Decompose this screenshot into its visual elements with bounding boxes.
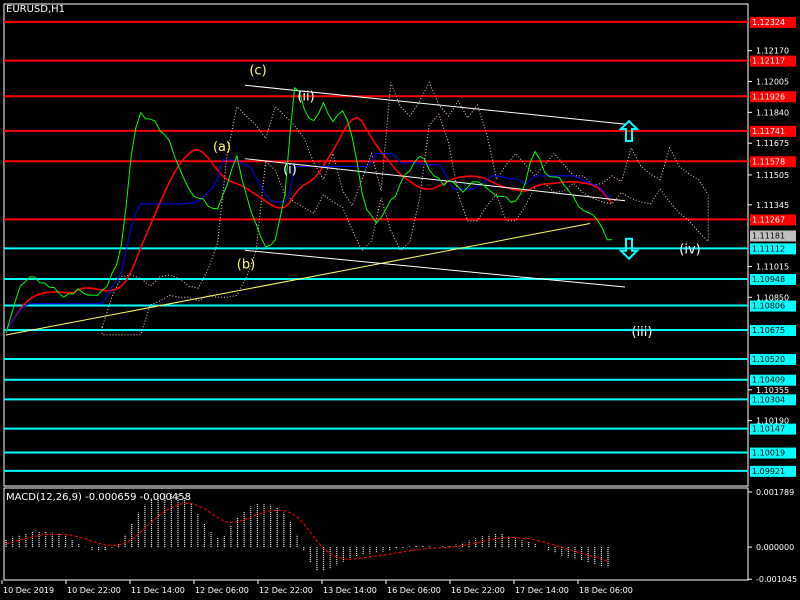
support-label-text: 1.10019 bbox=[752, 449, 785, 458]
time-axis-label: 10 Dec 22:00 bbox=[67, 586, 121, 595]
support-label-text: 1.11112 bbox=[752, 244, 785, 253]
support-label-text: 1.10948 bbox=[752, 275, 785, 284]
support-label-text: 1.09921 bbox=[752, 467, 785, 476]
resistance-label-text: 1.12324 bbox=[752, 18, 785, 27]
time-axis-label: 10 Dec 2019 bbox=[3, 586, 54, 595]
support-label-text: 1.10675 bbox=[752, 326, 785, 335]
support-label-text: 1.10147 bbox=[752, 425, 785, 434]
current-price-text: 1.11181 bbox=[752, 231, 785, 240]
macd-axis-label: -0.001045 bbox=[756, 575, 797, 584]
time-axis-label: 16 Dec 06:00 bbox=[387, 586, 441, 595]
time-axis-label: 12 Dec 06:00 bbox=[195, 586, 249, 595]
price-axis-label: 1.11840 bbox=[756, 108, 789, 117]
price-axis-label: 1.11345 bbox=[756, 201, 789, 210]
wave-label: (i) bbox=[283, 162, 297, 177]
time-axis-label: 17 Dec 14:00 bbox=[515, 586, 569, 595]
price-axis-label: 1.12170 bbox=[756, 47, 789, 56]
price-axis-label: 1.10355 bbox=[756, 386, 789, 395]
time-axis-label: 18 Dec 06:00 bbox=[579, 586, 633, 595]
price-axis-label: 1.11675 bbox=[756, 139, 789, 148]
main-chart-title: EURUSD,H1 bbox=[6, 4, 65, 15]
wave-label: (c) bbox=[249, 63, 266, 78]
resistance-label-text: 1.11578 bbox=[752, 157, 785, 166]
resistance-label-text: 1.12117 bbox=[752, 57, 785, 66]
macd-axis-label: 0.001789 bbox=[756, 488, 794, 497]
support-label-text: 1.10409 bbox=[752, 376, 785, 385]
time-axis-label: 12 Dec 22:00 bbox=[259, 586, 313, 595]
wave-label: (iii) bbox=[632, 325, 653, 340]
wave-label: (ii) bbox=[297, 90, 314, 105]
time-axis-label: 13 Dec 14:00 bbox=[323, 586, 377, 595]
time-axis-label: 16 Dec 22:00 bbox=[451, 586, 505, 595]
price-axis-label: 1.11505 bbox=[756, 171, 789, 180]
wave-label: (b) bbox=[237, 258, 255, 273]
macd-axis-label: 0.000000 bbox=[756, 543, 794, 552]
support-label-text: 1.10304 bbox=[752, 395, 785, 404]
price-axis-label: 1.12005 bbox=[756, 78, 789, 87]
resistance-label-text: 1.11741 bbox=[752, 127, 785, 136]
time-axis-label: 11 Dec 14:00 bbox=[131, 586, 185, 595]
support-label-text: 1.10520 bbox=[752, 355, 785, 364]
support-label-text: 1.10806 bbox=[752, 302, 785, 311]
resistance-label-text: 1.11926 bbox=[752, 92, 785, 101]
price-axis-label: 1.11015 bbox=[756, 262, 789, 271]
chart-background bbox=[0, 0, 800, 600]
wave-label: (iv) bbox=[679, 243, 700, 258]
resistance-label-text: 1.11267 bbox=[752, 215, 785, 224]
macd-title: MACD(12,26,9) -0.000659 -0.000458 bbox=[6, 492, 191, 503]
wave-label: (a) bbox=[213, 140, 231, 155]
trading-chart[interactable]: 1.12170 1.12005 1.11840 1.11675 1.11505 1.113… bbox=[0, 0, 800, 600]
